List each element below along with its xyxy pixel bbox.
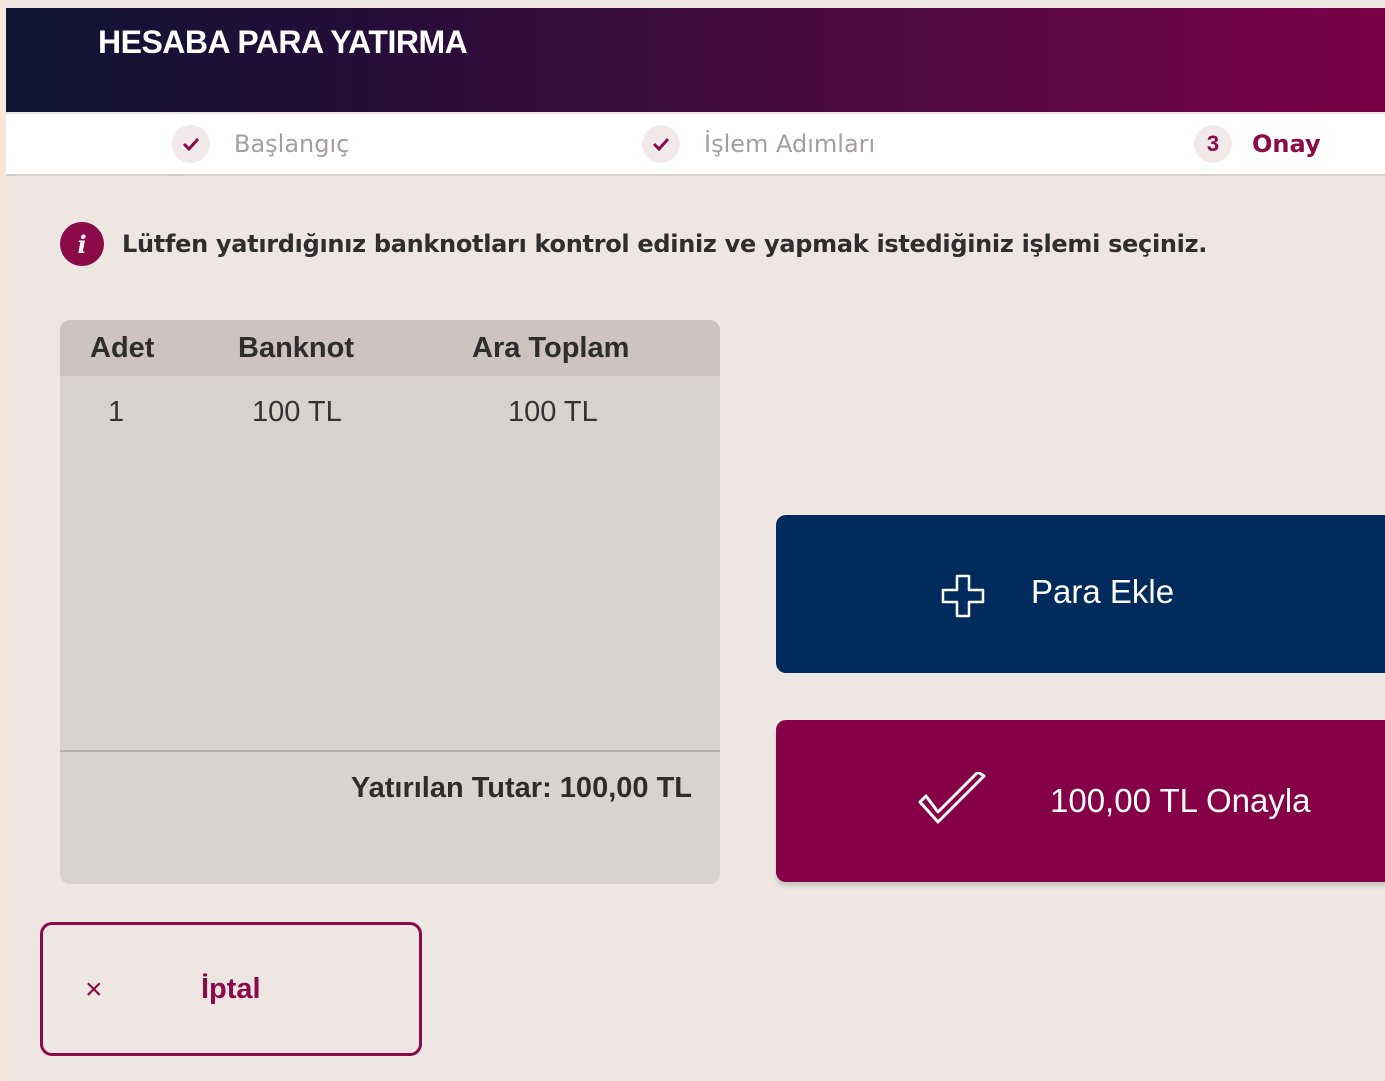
deposit-total: Yatırılan Tutar: 100,00 TL [350,772,692,804]
info-icon: i [60,222,104,266]
cancel-button[interactable]: × İptal [40,922,422,1056]
step-process: İşlem Adımları [642,125,876,163]
screen: HESABA PARA YATIRMA Başlangıç İşlem Adım… [6,0,1385,1081]
page-title: HESABA PARA YATIRMA [98,24,468,60]
check-icon [172,125,210,163]
step-label: Başlangıç [234,130,350,158]
add-money-button[interactable]: Para Ekle [776,515,1385,673]
plus-icon [941,574,985,618]
close-icon: × [85,973,103,1006]
check-icon [918,772,986,824]
table-divider [60,750,720,752]
stepper: Başlangıç İşlem Adımları 3 Onay [6,114,1385,176]
cancel-label: İptal [201,973,261,1005]
table-header: Adet Banknot Ara Toplam [60,320,720,376]
column-header-banknote: Banknot [238,332,354,364]
step-number: 3 [1194,125,1232,163]
column-header-subtotal: Ara Toplam [472,332,630,364]
cell-count: 1 [108,396,125,428]
header-bar: HESABA PARA YATIRMA [6,8,1385,112]
info-message: i Lütfen yatırdığınız banknotları kontro… [60,222,1207,266]
banknote-table: Adet Banknot Ara Toplam 1 100 TL 100 TL … [60,320,720,884]
cell-subtotal: 100 TL [508,396,598,428]
cell-banknote: 100 TL [252,396,342,428]
check-icon [642,125,680,163]
step-start: Başlangıç [172,125,350,163]
info-text: Lütfen yatırdığınız banknotları kontrol … [122,230,1208,258]
confirm-label: 100,00 TL Onayla [1050,782,1311,819]
step-label: Onay [1252,130,1321,158]
column-header-count: Adet [90,332,155,364]
confirm-button[interactable]: 100,00 TL Onayla [776,720,1385,882]
add-money-label: Para Ekle [1031,573,1175,610]
step-label: İşlem Adımları [704,130,876,158]
step-confirm: 3 Onay [1194,125,1321,163]
